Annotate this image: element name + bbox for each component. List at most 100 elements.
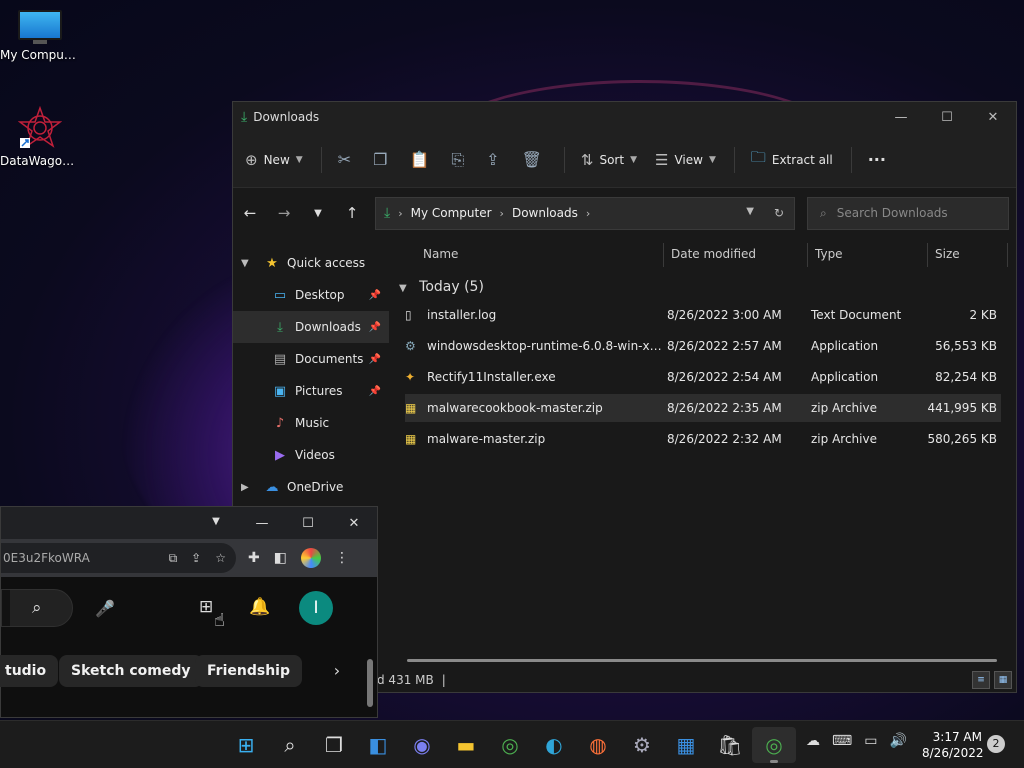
youtube-avatar[interactable]: I <box>299 591 333 625</box>
maximize-button[interactable]: ☐ <box>924 110 970 125</box>
search-icon[interactable]: ⌕ <box>268 727 312 763</box>
column-header-size[interactable]: Size <box>935 247 960 261</box>
bookmark-star-icon[interactable]: ☆ <box>215 551 226 566</box>
teams-chat-icon[interactable]: ◉ <box>400 727 444 763</box>
recent-locations-icon[interactable]: ▼ <box>301 208 335 219</box>
search-box[interactable]: ⌕ Search Downloads <box>807 196 1009 230</box>
chrome-menu-icon[interactable]: ⋮ <box>335 550 349 566</box>
chrome-profile-icon[interactable]: ◎ <box>752 727 796 763</box>
search-input[interactable]: Search Downloads <box>837 206 948 220</box>
notification-count-badge[interactable]: 2 <box>987 735 1005 753</box>
file-row[interactable]: ▯ installer.log 8/26/2022 3:00 AM Text D… <box>405 301 1001 329</box>
app-icon: ✦ <box>405 370 416 384</box>
chip-studio[interactable]: tudio <box>0 655 59 687</box>
file-row[interactable]: ▦ malware-master.zip 8/26/2022 2:32 AM z… <box>405 425 1001 453</box>
file-explorer-icon[interactable]: ▬ <box>444 727 488 763</box>
task-view-icon[interactable]: ❐ <box>312 727 356 763</box>
address-history-chevron-icon[interactable]: ▼ <box>746 206 754 220</box>
share-icon[interactable]: ⇪ <box>191 551 201 566</box>
delete-icon[interactable]: 🗑 <box>522 150 542 169</box>
up-arrow-icon[interactable]: ↑ <box>335 204 369 222</box>
window-title: Downloads <box>253 110 320 124</box>
settings-gear-icon[interactable]: ⚙ <box>620 727 664 763</box>
chrome-icon[interactable]: ◎ <box>488 727 532 763</box>
minimize-button[interactable]: — <box>239 516 285 531</box>
tiles-view-icon[interactable]: ▦ <box>994 671 1012 689</box>
nav-item-music[interactable]: ♪ Music <box>233 407 389 439</box>
create-video-icon[interactable]: ⊞ <box>199 597 213 617</box>
chip-friendship[interactable]: Friendship <box>195 655 302 687</box>
start-windows-icon[interactable]: ⊞ <box>224 727 268 763</box>
profile-avatar[interactable] <box>300 548 321 568</box>
more-icon[interactable]: ··· <box>868 150 886 169</box>
copy-icon[interactable]: ❐ <box>373 150 387 169</box>
keyboard-icon[interactable]: ⌨ <box>832 733 852 749</box>
rename-icon[interactable]: ⎘ <box>451 150 464 170</box>
view-button[interactable]: ☰ View ▼ <box>655 151 716 169</box>
close-button[interactable]: ✕ <box>331 516 377 531</box>
file-row[interactable]: ✦ Rectify11Installer.exe 8/26/2022 2:54 … <box>405 363 1001 391</box>
chip-sketch-comedy[interactable]: Sketch comedy <box>59 655 203 687</box>
address-row: ← → ▼ ↑ ⤓ › My Computer › Downloads › ▼ … <box>233 188 1016 238</box>
open-in-new-icon[interactable]: ⧉ <box>169 551 178 566</box>
explorer-titlebar[interactable]: ⤓ Downloads — ☐ ✕ <box>233 102 1016 132</box>
paste-icon[interactable]: 📋 <box>409 150 429 169</box>
share-icon[interactable]: ⇪ <box>486 150 499 169</box>
command-bar: ⊕ New ▼ ✂ ❐ 📋 ⎘ ⇪ 🗑 ⇅ Sort ▼ ☰ View ▼ 🗀 … <box>233 132 1016 188</box>
extensions-puzzle-icon[interactable]: ✚ <box>248 550 260 566</box>
forward-arrow-icon[interactable]: → <box>267 204 301 222</box>
search-icon: ⌕ <box>820 205 827 220</box>
desktop-icon-datawagon[interactable]: DataWagon... <box>0 105 80 168</box>
nav-item-documents[interactable]: ▤ Documents 📌 <box>233 343 389 375</box>
microphone-icon[interactable]: 🎤 <box>87 591 123 627</box>
column-header-name[interactable]: Name <box>423 247 458 261</box>
chrome-titlebar[interactable]: ▼ — ☐ ✕ <box>1 507 377 539</box>
breadcrumb-my-computer[interactable]: My Computer <box>411 206 492 220</box>
tab-search-icon[interactable]: ▼ <box>193 516 239 531</box>
refresh-icon[interactable]: ↻ <box>774 206 784 220</box>
edge-icon[interactable]: ◐ <box>532 727 576 763</box>
nav-item-desktop[interactable]: ▭ Desktop 📌 <box>233 279 389 311</box>
omnibox[interactable]: 0E3u2FkoWRA ⧉ ⇪ ☆ <box>1 543 236 573</box>
file-row[interactable]: ▦ malwarecookbook-master.zip 8/26/2022 2… <box>405 394 1001 422</box>
group-header-today[interactable]: ▼ Today (5) <box>399 279 484 295</box>
nav-quick-access[interactable]: ▼ ★ Quick access <box>233 247 389 279</box>
firefox-icon[interactable]: ◍ <box>576 727 620 763</box>
chevron-right-icon[interactable]: › <box>321 655 353 687</box>
extract-all-button[interactable]: 🗀 Extract all <box>751 147 833 172</box>
address-bar[interactable]: ⤓ › My Computer › Downloads › ▼ ↻ <box>375 196 795 230</box>
details-view-icon[interactable]: ≡ <box>972 671 990 689</box>
column-header-date[interactable]: Date modified <box>671 247 756 261</box>
network-icon[interactable]: ▭ <box>864 733 877 749</box>
vertical-scrollbar[interactable] <box>367 659 373 707</box>
nav-item-videos[interactable]: ▶ Videos <box>233 439 389 471</box>
nav-item-downloads[interactable]: ⤓ Downloads 📌 <box>233 311 389 343</box>
desktop-icon-my-computer[interactable]: My Computer <box>0 10 80 62</box>
youtube-page: ⌕ 🎤 ⊞ 🔔 I tudio Sketch comedy Friendship… <box>0 577 377 717</box>
calendar-icon[interactable]: ▦ <box>664 727 708 763</box>
download-icon: ⤓ <box>241 109 248 125</box>
store-icon[interactable]: 🛍 <box>708 727 752 763</box>
maximize-button[interactable]: ☐ <box>285 516 331 531</box>
new-button[interactable]: ⊕ New ▼ <box>245 151 303 169</box>
widgets-icon[interactable]: ◧ <box>356 727 400 763</box>
notifications-bell-icon[interactable]: 🔔 <box>249 597 270 617</box>
onedrive-offline-icon[interactable]: ☁ <box>806 733 820 749</box>
side-panel-icon[interactable]: ◧ <box>274 550 287 566</box>
minimize-button[interactable]: — <box>878 110 924 125</box>
close-button[interactable]: ✕ <box>970 110 1016 125</box>
volume-icon[interactable]: 🔊 <box>889 733 906 749</box>
sort-button[interactable]: ⇅ Sort ▼ <box>581 151 637 169</box>
column-header-type[interactable]: Type <box>815 247 843 261</box>
clock[interactable]: 3:17 AM 8/26/2022 <box>922 729 984 761</box>
cut-icon[interactable]: ✂ <box>338 150 351 169</box>
back-arrow-icon[interactable]: ← <box>233 204 267 222</box>
nav-onedrive[interactable]: ▶ ☁ OneDrive <box>233 471 389 503</box>
nav-item-pictures[interactable]: ▣ Pictures 📌 <box>233 375 389 407</box>
breadcrumb-downloads[interactable]: Downloads <box>512 206 578 220</box>
file-row[interactable]: ⚙ windowsdesktop-runtime-6.0.8-win-x64..… <box>405 332 1001 360</box>
youtube-search-button[interactable]: ⌕ <box>1 589 73 627</box>
chrome-window: ▼ — ☐ ✕ 0E3u2FkoWRA ⧉ ⇪ ☆ ✚ ◧ ⋮ ⌕ 🎤 ⊞ 🔔 <box>0 506 378 718</box>
horizontal-scrollbar[interactable] <box>407 659 997 662</box>
star-icon: ★ <box>266 255 278 271</box>
